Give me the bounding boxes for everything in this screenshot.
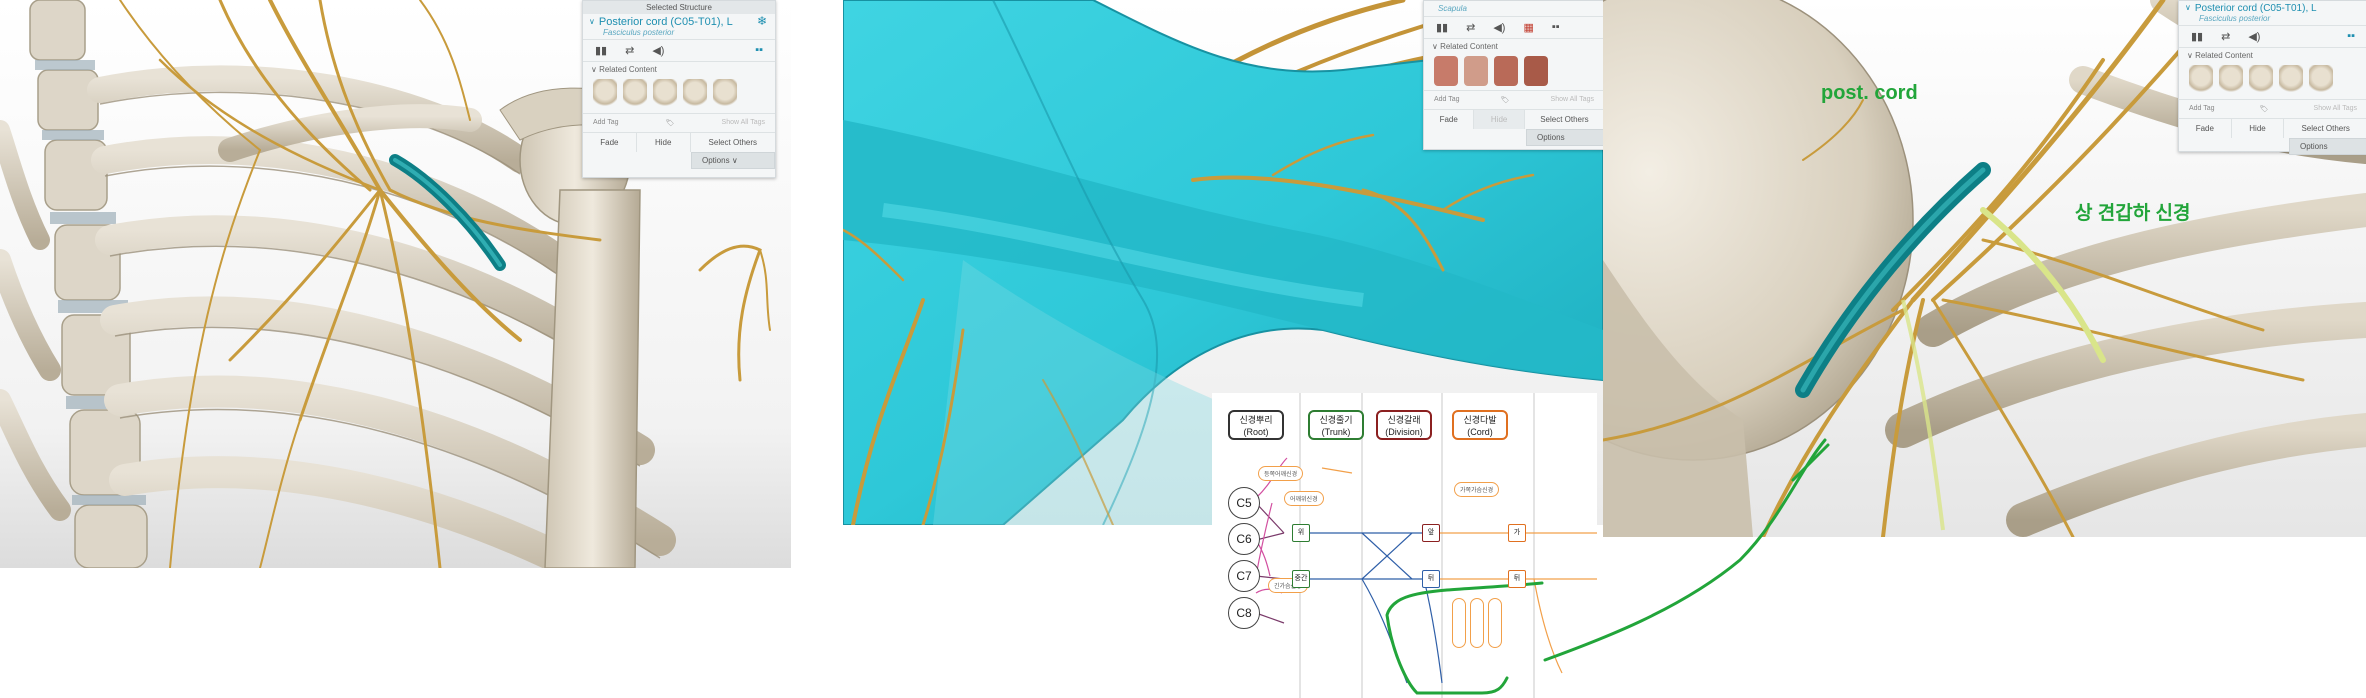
header-root: 신경뿌리 (Root) bbox=[1228, 410, 1284, 440]
tag-icon[interactable]: 🏷 bbox=[1501, 96, 1510, 104]
related-thumbnail[interactable] bbox=[2219, 65, 2243, 95]
options-button[interactable]: Options bbox=[2289, 138, 2366, 155]
chevron-down-icon: ∨ bbox=[1432, 42, 1441, 51]
node-lateral-cord: 가 bbox=[1508, 524, 1526, 542]
book-icon[interactable]: ▮▮ bbox=[1436, 21, 1448, 34]
add-tag-button[interactable]: Add Tag bbox=[1434, 96, 1460, 104]
related-thumbnail[interactable] bbox=[2189, 65, 2213, 95]
grid-icon[interactable]: ▪▪ bbox=[2347, 30, 2355, 43]
viewer-panel-3[interactable]: post. cord 상 견갑하 신경 ∨ Posterior cord (C0… bbox=[1603, 0, 2366, 537]
hide-button[interactable]: Hide bbox=[1474, 110, 1525, 129]
node-posterior-division: 뒤 bbox=[1422, 570, 1440, 588]
node-anterior-division: 앞 bbox=[1422, 524, 1440, 542]
panel-header: Selected Structure bbox=[583, 1, 775, 14]
branch-tag bbox=[1452, 598, 1466, 648]
show-all-tags-button[interactable]: Show All Tags bbox=[2314, 105, 2357, 113]
related-thumbnail[interactable] bbox=[623, 79, 647, 109]
root-c7: C7 bbox=[1228, 560, 1260, 592]
related-thumbnail[interactable] bbox=[683, 79, 707, 109]
hide-button[interactable]: Hide bbox=[637, 133, 691, 152]
related-content-label[interactable]: ∨ Related Content bbox=[2179, 47, 2366, 63]
related-thumbnail[interactable] bbox=[1494, 56, 1518, 86]
header-cord: 신경다발 (Cord) bbox=[1452, 410, 1508, 440]
structure-info-panel-3[interactable]: ∨ Posterior cord (C05-T01), L Fasciculus… bbox=[2178, 0, 2366, 155]
structure-title: Posterior cord (C05-T01), L bbox=[2194, 3, 2317, 14]
snowflake-icon[interactable]: ❄ bbox=[757, 14, 767, 28]
related-thumbnail[interactable] bbox=[653, 79, 677, 109]
show-all-tags-button[interactable]: Show All Tags bbox=[722, 119, 765, 127]
node-middle-trunk: 중간 bbox=[1292, 570, 1310, 588]
speaker-icon[interactable]: ◀) bbox=[652, 44, 664, 57]
color-palette-icon[interactable]: ▦ bbox=[1523, 21, 1533, 34]
share-icon[interactable]: ⇄ bbox=[1466, 21, 1475, 34]
tag-lateral-pectoral: 가쪽가슴신경 bbox=[1454, 482, 1500, 497]
related-content-label[interactable]: ∨ Related Content bbox=[583, 61, 775, 77]
fade-button[interactable]: Fade bbox=[2179, 119, 2232, 138]
add-tag-button[interactable]: Add Tag bbox=[2189, 105, 2215, 113]
root-c5: C5 bbox=[1228, 487, 1260, 519]
share-icon[interactable]: ⇄ bbox=[625, 44, 634, 57]
structure-info-panel[interactable]: Selected Structure ∨ Posterior cord (C05… bbox=[582, 0, 776, 178]
annotation-subscapular-nerve: 상 견갑하 신경 bbox=[2075, 203, 2191, 224]
select-others-button[interactable]: Select Others bbox=[691, 133, 775, 152]
chevron-down-icon[interactable]: ∨ bbox=[2179, 3, 2191, 12]
share-icon[interactable]: ⇄ bbox=[2221, 30, 2230, 43]
branch-tag bbox=[1470, 598, 1484, 648]
structure-info-panel-2[interactable]: Scapula ▮▮ ⇄ ◀) ▦ ▪▪ ∨ Related Content A… bbox=[1423, 0, 1603, 150]
chevron-down-icon: ∨ bbox=[731, 156, 738, 165]
structure-latin-name: Fasciculus posterior bbox=[2199, 14, 2271, 23]
related-thumbnail[interactable] bbox=[2249, 65, 2273, 95]
root-c8: C8 bbox=[1228, 597, 1260, 629]
viewer-panel-1[interactable]: Selected Structure ∨ Posterior cord (C05… bbox=[0, 0, 791, 568]
structure-latin-name: Scapula bbox=[1438, 4, 1467, 13]
fade-button[interactable]: Fade bbox=[583, 133, 637, 152]
annotation-post-cord: post. cord bbox=[1821, 82, 1918, 104]
options-button[interactable]: Options ∨ bbox=[691, 152, 775, 169]
book-icon[interactable]: ▮▮ bbox=[595, 44, 607, 57]
related-thumbnail[interactable] bbox=[2309, 65, 2333, 95]
node-posterior-cord: 뒤 bbox=[1508, 570, 1526, 588]
brachial-plexus-diagram: 신경뿌리 (Root) 신경줄기 (Trunk) 신경갈래 (Division) 신경… bbox=[1212, 393, 1597, 698]
related-thumbnail[interactable] bbox=[593, 79, 617, 109]
node-upper-trunk: 위 bbox=[1292, 524, 1310, 542]
speaker-icon[interactable]: ◀) bbox=[2248, 30, 2260, 43]
select-others-button[interactable]: Select Others bbox=[2284, 119, 2366, 138]
options-button[interactable]: Options bbox=[1526, 129, 1603, 146]
structure-title: Posterior cord (C05-T01), L bbox=[598, 16, 733, 28]
tag-icon[interactable]: 🏷 bbox=[2260, 105, 2269, 113]
speaker-icon[interactable]: ◀) bbox=[1493, 21, 1505, 34]
chevron-down-icon: ∨ bbox=[2187, 51, 2196, 60]
structure-latin-name: Fasciculus posterior bbox=[603, 28, 675, 37]
add-tag-button[interactable]: Add Tag bbox=[593, 119, 619, 127]
tag-dorsal-scapular: 등쪽어깨신경 bbox=[1258, 466, 1304, 481]
tag-suprascapular: 어깨위신경 bbox=[1284, 491, 1324, 506]
related-thumbnail[interactable] bbox=[1434, 56, 1458, 86]
related-thumbnail[interactable] bbox=[713, 79, 737, 109]
related-thumbnail[interactable] bbox=[1464, 56, 1488, 86]
header-trunk: 신경줄기 (Trunk) bbox=[1308, 410, 1364, 440]
grid-icon[interactable]: ▪▪ bbox=[1552, 21, 1560, 34]
hide-button[interactable]: Hide bbox=[2232, 119, 2285, 138]
related-content-label[interactable]: ∨ Related Content bbox=[1424, 38, 1603, 54]
show-all-tags-button[interactable]: Show All Tags bbox=[1551, 96, 1594, 104]
branch-tag bbox=[1488, 598, 1502, 648]
header-division: 신경갈래 (Division) bbox=[1376, 410, 1432, 440]
tag-icon[interactable]: 🏷 bbox=[666, 119, 675, 127]
related-thumbnail[interactable] bbox=[1524, 56, 1548, 86]
grid-icon[interactable]: ▪▪ bbox=[755, 44, 763, 57]
root-c6: C6 bbox=[1228, 523, 1260, 555]
related-thumbnail[interactable] bbox=[2279, 65, 2303, 95]
fade-button[interactable]: Fade bbox=[1424, 110, 1475, 129]
chevron-down-icon[interactable]: ∨ bbox=[583, 17, 595, 26]
book-icon[interactable]: ▮▮ bbox=[2191, 30, 2203, 43]
chevron-down-icon: ∨ bbox=[591, 65, 600, 74]
select-others-button[interactable]: Select Others bbox=[1525, 110, 1603, 129]
